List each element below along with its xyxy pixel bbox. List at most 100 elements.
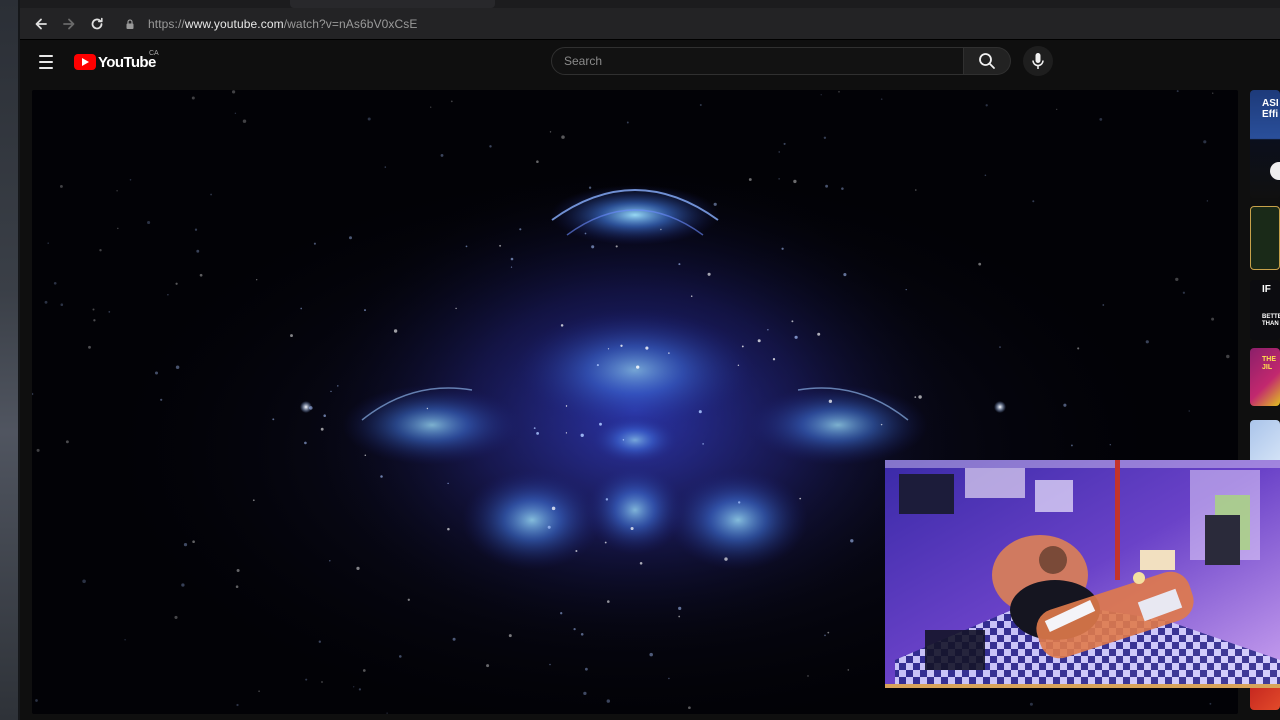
star bbox=[147, 220, 151, 225]
star bbox=[573, 627, 576, 631]
star bbox=[1145, 340, 1149, 344]
star bbox=[828, 399, 833, 403]
star bbox=[175, 282, 178, 285]
star bbox=[615, 245, 618, 248]
menu-button[interactable] bbox=[34, 52, 58, 72]
star bbox=[580, 633, 584, 636]
star bbox=[783, 142, 786, 145]
star bbox=[486, 664, 490, 668]
star bbox=[384, 166, 387, 168]
related-video-thumbnail[interactable]: THE JIL bbox=[1250, 348, 1280, 406]
star bbox=[358, 688, 362, 691]
star bbox=[781, 247, 784, 250]
webcam-feed bbox=[885, 460, 1280, 684]
star bbox=[160, 398, 163, 401]
star bbox=[364, 454, 367, 457]
star bbox=[699, 104, 702, 106]
star bbox=[32, 392, 34, 396]
star bbox=[794, 335, 798, 339]
url-prefix: https:// bbox=[148, 17, 185, 31]
star bbox=[649, 652, 653, 657]
related-video-thumbnail[interactable]: IF BETTE THAN bbox=[1250, 280, 1280, 340]
star bbox=[841, 187, 844, 190]
star bbox=[231, 90, 236, 94]
star bbox=[536, 431, 540, 435]
back-button[interactable] bbox=[28, 11, 54, 37]
star bbox=[236, 568, 240, 573]
star bbox=[353, 686, 355, 688]
star bbox=[1032, 200, 1035, 203]
star bbox=[702, 443, 704, 445]
star bbox=[827, 631, 830, 634]
related-video-thumbnail[interactable] bbox=[1250, 206, 1280, 270]
search-button[interactable] bbox=[964, 47, 1011, 75]
active-tab[interactable] bbox=[290, 0, 495, 8]
star bbox=[129, 179, 132, 181]
star bbox=[724, 557, 728, 561]
star bbox=[588, 186, 592, 189]
star bbox=[626, 121, 629, 124]
star bbox=[440, 153, 444, 157]
youtube-logo[interactable]: YouTube bbox=[74, 52, 156, 72]
address-bar[interactable]: https://www.youtube.com/watch?v=nAs6bV0x… bbox=[114, 12, 1274, 36]
star bbox=[519, 228, 522, 231]
star bbox=[1063, 403, 1067, 407]
star bbox=[272, 418, 275, 421]
star bbox=[44, 300, 48, 304]
star bbox=[199, 273, 203, 277]
voice-search-button[interactable] bbox=[1023, 46, 1053, 76]
star bbox=[668, 352, 670, 354]
star bbox=[407, 598, 410, 601]
star bbox=[1203, 140, 1207, 144]
hamburger-icon-bar bbox=[39, 61, 53, 63]
star bbox=[660, 228, 662, 231]
star bbox=[825, 184, 829, 188]
star bbox=[636, 365, 640, 369]
star bbox=[329, 560, 331, 562]
star bbox=[154, 371, 159, 375]
star bbox=[194, 228, 198, 231]
star bbox=[880, 423, 883, 426]
search-input[interactable] bbox=[564, 54, 944, 68]
star bbox=[639, 562, 643, 565]
star bbox=[60, 303, 64, 306]
star bbox=[364, 309, 366, 312]
star bbox=[985, 104, 988, 107]
star bbox=[984, 174, 987, 177]
star bbox=[843, 273, 847, 277]
youtube-header: YouTube CA bbox=[20, 41, 1280, 83]
lock-icon[interactable] bbox=[124, 18, 136, 30]
star bbox=[698, 410, 702, 414]
star bbox=[823, 136, 827, 139]
star bbox=[256, 279, 258, 281]
star bbox=[549, 131, 552, 133]
star bbox=[235, 585, 239, 588]
star bbox=[234, 112, 237, 114]
star bbox=[430, 106, 432, 108]
related-video-thumbnail[interactable]: ASI Effi bbox=[1250, 90, 1280, 198]
star bbox=[499, 244, 502, 247]
star bbox=[690, 295, 693, 297]
star bbox=[607, 600, 610, 603]
star bbox=[465, 245, 468, 248]
star bbox=[53, 281, 57, 285]
star bbox=[117, 227, 119, 230]
star bbox=[59, 184, 63, 188]
star bbox=[678, 606, 682, 611]
star bbox=[905, 288, 907, 291]
star bbox=[793, 179, 797, 184]
star bbox=[599, 422, 602, 426]
star bbox=[258, 690, 260, 693]
star bbox=[447, 482, 449, 485]
forward-button[interactable] bbox=[56, 11, 82, 37]
star bbox=[1077, 347, 1080, 350]
logo-text: YouTube bbox=[98, 53, 156, 71]
arrow-right-icon bbox=[63, 18, 75, 29]
star bbox=[585, 667, 588, 671]
webcam-border bbox=[885, 684, 1280, 688]
star bbox=[713, 202, 717, 206]
thumbnail-text: IF bbox=[1262, 284, 1271, 295]
star bbox=[536, 160, 539, 163]
reload-button[interactable] bbox=[84, 11, 110, 37]
star bbox=[583, 691, 587, 696]
